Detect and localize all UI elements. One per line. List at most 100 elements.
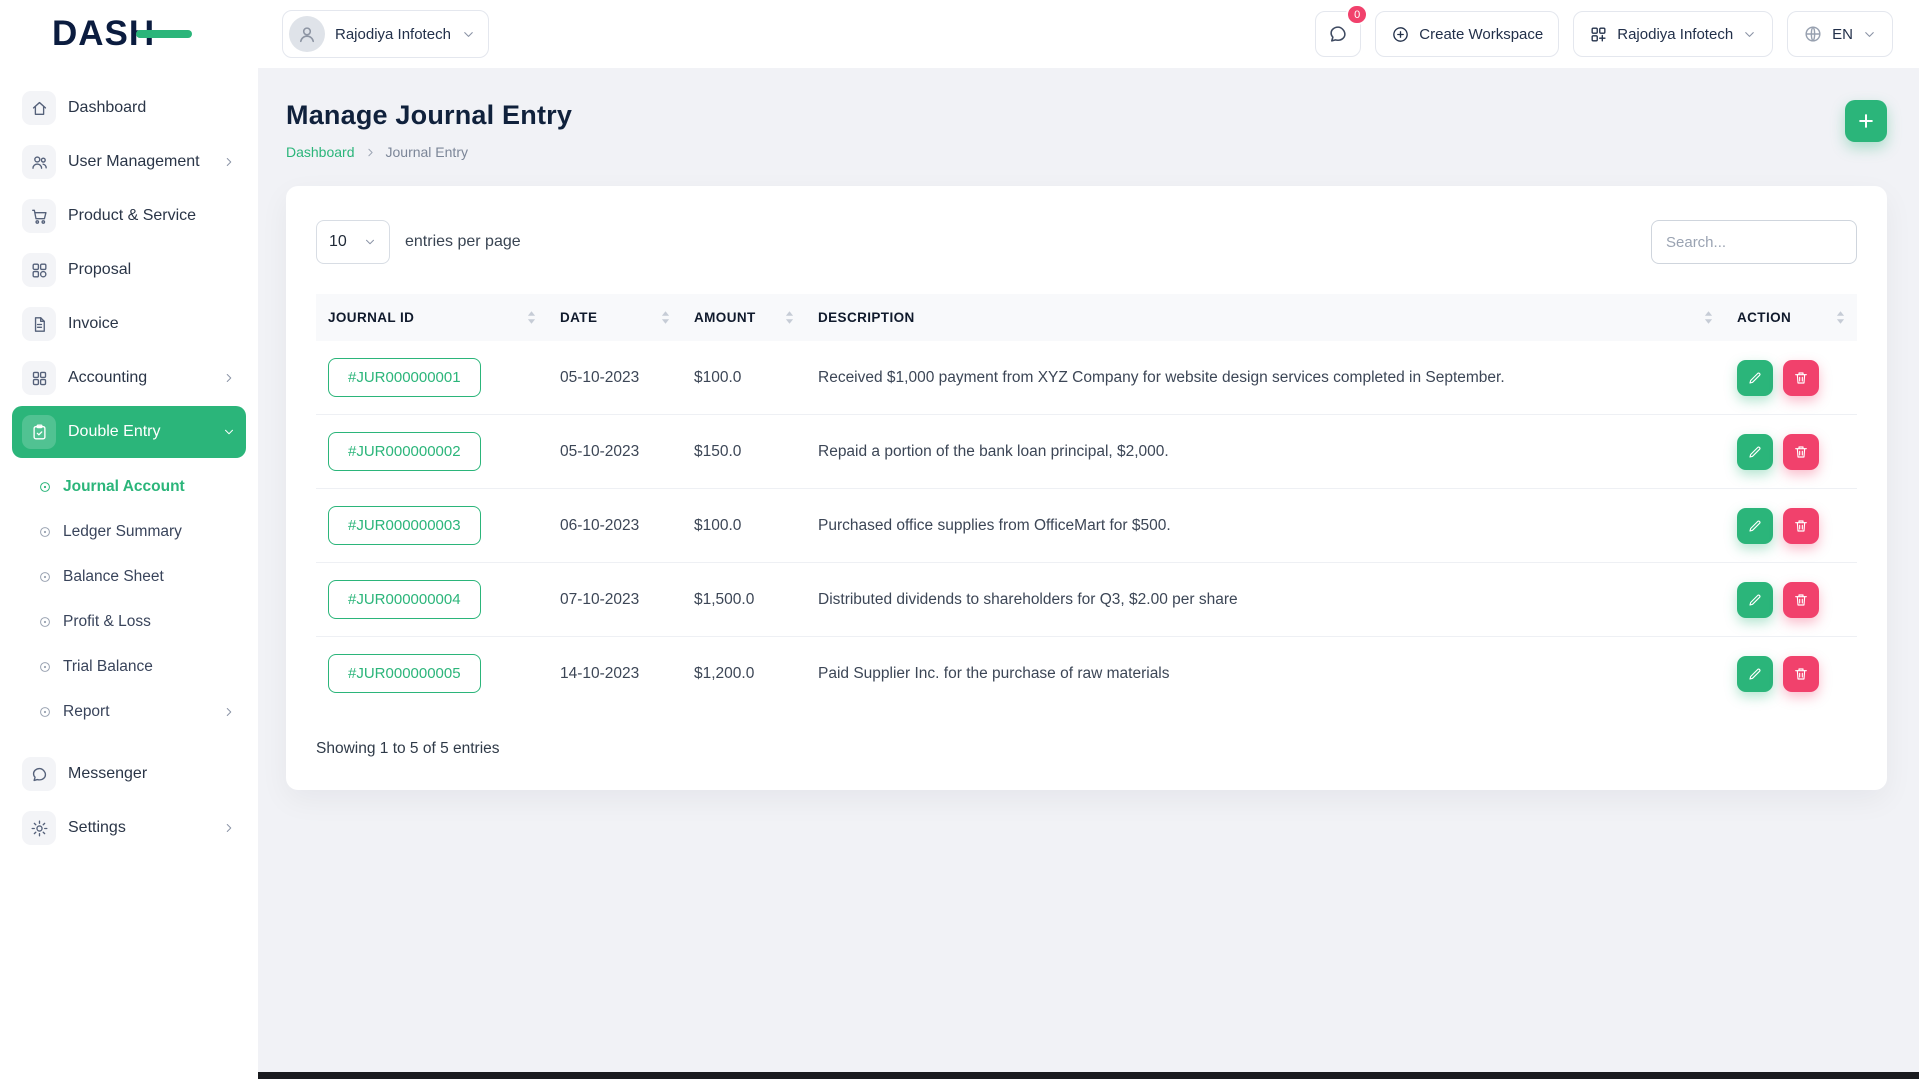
sidebar-item-proposal[interactable]: Proposal	[12, 244, 246, 296]
main-content: Manage Journal Entry Dashboard Journal E…	[258, 68, 1919, 1079]
journal-id-link[interactable]: #JUR000000001	[328, 358, 481, 397]
company-dropdown[interactable]: Rajodiya Infotech	[1573, 11, 1774, 57]
header-journal-id[interactable]: JOURNAL ID	[316, 294, 548, 341]
date-cell: 05-10-2023	[560, 368, 640, 386]
trash-icon	[1795, 667, 1807, 680]
pencil-icon	[1749, 372, 1761, 384]
edit-button[interactable]	[1737, 433, 1773, 470]
page-header: Manage Journal Entry Dashboard Journal E…	[286, 100, 1887, 160]
sidebar-item-product-service[interactable]: Product & Service	[12, 190, 246, 242]
trash-icon	[1795, 445, 1807, 458]
clipboard-icon	[22, 415, 56, 449]
journal-id-link[interactable]: #JUR000000003	[328, 506, 481, 545]
plus-circle-icon	[1393, 26, 1409, 42]
trash-icon	[1795, 519, 1807, 532]
table-row: #JUR000000002 05-10-2023 $150.0 Repaid a…	[316, 414, 1857, 489]
header-description[interactable]: DESCRIPTION	[806, 294, 1725, 341]
journal-id-link[interactable]: #JUR000000005	[328, 654, 481, 693]
app-logo[interactable]: DASH	[52, 14, 202, 54]
create-workspace-button[interactable]: Create Workspace	[1375, 11, 1560, 57]
amount-cell: $100.0	[682, 488, 806, 563]
workspace-grid-icon	[1591, 26, 1606, 42]
cart-icon	[22, 199, 56, 233]
sidebar-item-messenger[interactable]: Messenger	[12, 748, 246, 800]
journal-id-link[interactable]: #JUR000000004	[328, 580, 481, 619]
date-cell: 14-10-2023	[548, 636, 682, 710]
pencil-icon	[1749, 668, 1761, 680]
chevron-right-icon	[226, 707, 232, 716]
edit-button[interactable]	[1737, 655, 1773, 692]
home-icon	[22, 91, 56, 125]
circle-icon	[38, 615, 52, 629]
breadcrumb-current: Journal Entry	[385, 144, 468, 160]
table-row: #JUR000000001 05-10-2023 $100.0 Received…	[316, 341, 1857, 415]
globe-icon	[1805, 26, 1821, 42]
language-label: EN	[1832, 25, 1853, 43]
sidebar-item-label: Accounting	[68, 369, 148, 386]
sort-icon	[527, 311, 536, 324]
sidebar-item-dashboard[interactable]: Dashboard	[12, 82, 246, 134]
sidebar-item-label: Double Entry	[68, 423, 161, 440]
table-row: #JUR000000003 06-10-2023 $100.0 Purchase…	[316, 488, 1857, 563]
delete-button[interactable]	[1783, 359, 1819, 396]
entries-per-page-select[interactable]: 10	[316, 220, 390, 264]
breadcrumb-dashboard-link[interactable]: Dashboard	[286, 144, 355, 160]
edit-button[interactable]	[1737, 581, 1773, 618]
messages-button[interactable]: 0	[1315, 4, 1369, 57]
header-action[interactable]: ACTION	[1725, 294, 1857, 341]
chat-icon	[1330, 26, 1346, 42]
sidebar-subitem-balance-sheet[interactable]: Balance Sheet	[28, 554, 246, 599]
trash-icon	[1795, 593, 1807, 606]
breadcrumb: Dashboard Journal Entry	[286, 144, 572, 160]
messages-badge: 0	[1346, 4, 1369, 25]
date-cell: 07-10-2023	[548, 562, 682, 637]
edit-button[interactable]	[1737, 359, 1773, 396]
sidebar-item-invoice[interactable]: Invoice	[12, 298, 246, 350]
sidebar-item-double-entry[interactable]: Double Entry	[12, 406, 246, 458]
delete-button[interactable]	[1783, 507, 1819, 544]
delete-button[interactable]	[1783, 433, 1819, 470]
workspace-name: Rajodiya Infotech	[335, 25, 451, 43]
create-workspace-label: Create Workspace	[1419, 25, 1544, 43]
users-icon	[22, 145, 56, 179]
page-title: Manage Journal Entry	[286, 100, 573, 130]
logo-dash-accent	[136, 30, 192, 38]
add-journal-entry-button[interactable]	[1845, 100, 1887, 142]
entries-per-page-label: entries per page	[405, 233, 521, 250]
amount-cell: $150.0	[682, 414, 806, 489]
sidebar-item-label: Invoice	[68, 315, 119, 332]
user-icon	[299, 27, 315, 43]
chevron-right-icon	[226, 158, 232, 166]
header-date[interactable]: DATE	[548, 294, 682, 341]
sidebar-item-user-management[interactable]: User Management	[12, 136, 246, 188]
delete-button[interactable]	[1783, 581, 1819, 618]
sidebar-subitem-label: Profit & Loss	[63, 612, 151, 630]
sidebar-subitem-profit-loss[interactable]: Profit & Loss	[28, 599, 246, 644]
header-amount[interactable]: AMOUNT	[682, 294, 806, 341]
sidebar-item-accounting[interactable]: Accounting	[12, 352, 246, 404]
language-dropdown[interactable]: EN	[1787, 11, 1893, 57]
sidebar-subitem-report[interactable]: Report	[28, 689, 246, 734]
apps-icon	[22, 253, 56, 287]
date-cell: 05-10-2023	[548, 414, 682, 489]
sidebar-item-label: User Management	[68, 153, 200, 170]
sidebar-item-label: Messenger	[68, 765, 148, 782]
amount-cell: $1,200.0	[682, 636, 806, 710]
sidebar-subitem-ledger-summary[interactable]: Ledger Summary	[28, 509, 246, 554]
sidebar-subitem-journal-account[interactable]: Journal Account	[28, 464, 246, 509]
message-icon	[22, 757, 56, 791]
journal-id-link[interactable]: #JUR000000002	[328, 432, 481, 471]
sidebar-item-settings[interactable]: Settings	[12, 802, 246, 854]
edit-button[interactable]	[1737, 507, 1773, 544]
search-input[interactable]	[1651, 220, 1857, 264]
description-cell: Received $1,000 payment from XYZ Company…	[818, 368, 1505, 386]
company-name: Rajodiya Infotech	[1617, 25, 1734, 43]
sidebar-item-label: Dashboard	[68, 99, 147, 116]
sidebar-subitem-trial-balance[interactable]: Trial Balance	[28, 644, 246, 689]
pencil-icon	[1749, 594, 1761, 606]
journal-table-card: 10 entries per page JOURNAL ID DATE	[286, 186, 1887, 790]
gear-icon	[22, 811, 56, 845]
amount-cell: $1,500.0	[682, 562, 806, 637]
delete-button[interactable]	[1783, 655, 1819, 692]
workspace-selector[interactable]: Rajodiya Infotech	[282, 10, 489, 58]
